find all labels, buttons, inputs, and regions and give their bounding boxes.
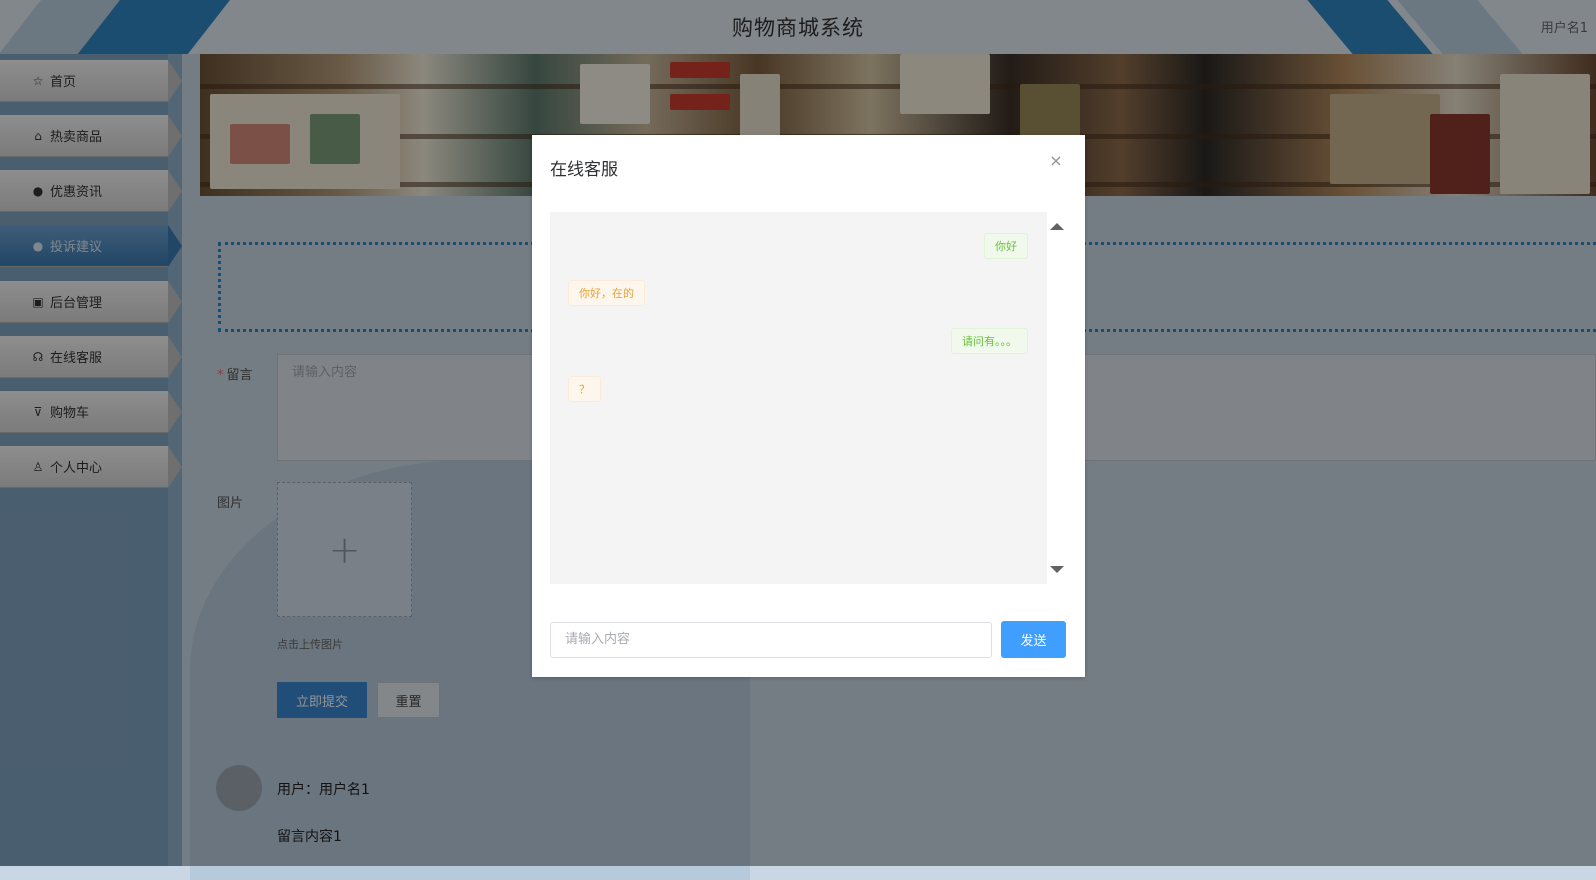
send-button[interactable]: 发送 <box>1001 621 1066 658</box>
close-icon[interactable]: × <box>1047 152 1065 170</box>
dialog-title: 在线客服 <box>550 160 618 180</box>
scroll-down-arrow-icon[interactable] <box>1050 566 1064 573</box>
chat-bubble-user: 请问有。。。 <box>951 328 1028 354</box>
chat-bubble-service: 你好，在的 <box>568 280 645 306</box>
chat-message-list[interactable]: 你好 你好，在的 请问有。。。 ？ <box>550 212 1047 584</box>
scroll-up-arrow-icon[interactable] <box>1050 223 1064 230</box>
chat-bubble-user: 你好 <box>984 233 1028 259</box>
customer-service-dialog: 在线客服 × 你好 你好，在的 请问有。。。 ？ 请输入内容 发送 <box>532 135 1085 677</box>
chat-input[interactable]: 请输入内容 <box>550 622 992 658</box>
chat-bubble-service: ？ <box>568 376 601 402</box>
chat-scrollbar[interactable] <box>1047 212 1067 584</box>
